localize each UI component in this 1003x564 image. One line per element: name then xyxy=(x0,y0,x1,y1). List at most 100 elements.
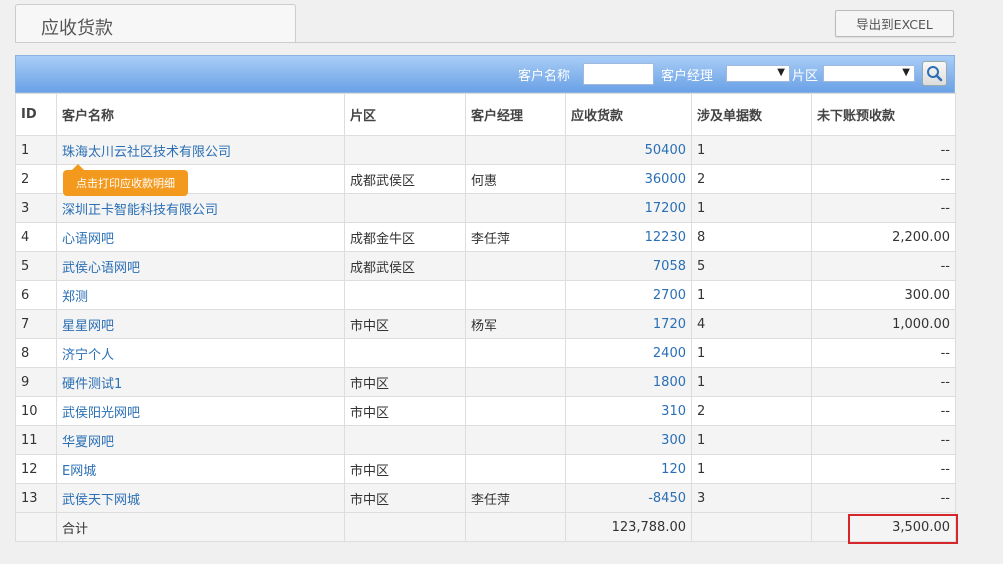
search-button[interactable] xyxy=(922,61,947,86)
receivable-amount-link[interactable]: 12230 xyxy=(645,230,686,245)
prepaid-amount-cell: 1,000.00 xyxy=(811,309,956,339)
customer-name-cell: 武侯天下网城 xyxy=(56,483,345,513)
customer-name-link[interactable]: 硬件测试1 xyxy=(62,377,122,392)
area-cell xyxy=(344,425,466,455)
prepaid-amount-cell: -- xyxy=(811,396,956,426)
receivable-amount-cell: 1800 xyxy=(565,367,692,397)
total-empty-cell xyxy=(691,512,812,542)
customer-manager-cell xyxy=(465,338,566,368)
document-count-cell: 1 xyxy=(691,425,812,455)
table-row: 8 济宁个人 2400 1 -- xyxy=(15,338,956,368)
document-count-cell: 1 xyxy=(691,367,812,397)
receivable-amount-link[interactable]: 17200 xyxy=(645,201,686,216)
receivable-amount-link[interactable]: 300 xyxy=(661,433,686,448)
area-cell: 成都金牛区 xyxy=(344,222,466,252)
customer-name-link[interactable]: 珠海太川云社区技术有限公司 xyxy=(62,145,231,160)
total-label: 合计 xyxy=(56,512,345,542)
print-detail-tooltip: 点击打印应收款明细 xyxy=(63,164,188,196)
receivable-amount-cell: 310 xyxy=(565,396,692,426)
customer-name-link[interactable]: 武侯心语网吧 xyxy=(62,261,140,276)
customer-name-cell: 武侯心语网吧 xyxy=(56,251,345,281)
area-cell: 成都武侯区 xyxy=(344,164,466,194)
receivable-amount-link[interactable]: 1800 xyxy=(653,375,686,390)
area-cell xyxy=(344,193,466,223)
customer-name-link[interactable]: 星星网吧 xyxy=(62,319,114,334)
document-count-cell: 2 xyxy=(691,164,812,194)
row-id-cell: 6 xyxy=(15,280,57,310)
customer-manager-cell xyxy=(465,454,566,484)
receivable-amount-link[interactable]: 1720 xyxy=(653,317,686,332)
table-row: 6 郑测 2700 1 300.00 xyxy=(15,280,956,310)
customer-name-label: 客户名称 xyxy=(518,69,571,84)
filter-toolbar: 客户名称 客户经理 ▼ 片区 ▼ xyxy=(15,55,955,93)
document-count-cell: 1 xyxy=(691,280,812,310)
export-excel-button[interactable]: 导出到EXCEL xyxy=(835,10,954,37)
document-count-cell: 4 xyxy=(691,309,812,339)
area-cell: 市中区 xyxy=(344,454,466,484)
prepaid-amount-cell: -- xyxy=(811,454,956,484)
area-cell: 市中区 xyxy=(344,483,466,513)
customer-manager-cell xyxy=(465,396,566,426)
receivable-amount-link[interactable]: 50400 xyxy=(645,143,686,158)
prepaid-amount-cell: -- xyxy=(811,425,956,455)
document-count-cell: 1 xyxy=(691,454,812,484)
receivable-amount-link[interactable]: 2700 xyxy=(653,288,686,303)
customer-name-link[interactable]: 郑测 xyxy=(62,290,88,305)
prepaid-amount-cell: -- xyxy=(811,251,956,281)
receivable-amount-cell: 2400 xyxy=(565,338,692,368)
receivable-amount-link[interactable]: 120 xyxy=(661,462,686,477)
area-label: 片区 xyxy=(792,69,819,84)
total-receivable: 123,788.00 xyxy=(565,512,692,542)
area-cell: 市中区 xyxy=(344,367,466,397)
column-header: ID xyxy=(15,93,57,136)
receivable-amount-link[interactable]: 36000 xyxy=(645,172,686,187)
table-row: 9 硬件测试1 市中区 1800 1 -- xyxy=(15,367,956,397)
customer-name-link[interactable]: 武侯天下网城 xyxy=(62,493,140,508)
column-header: 应收货款 xyxy=(565,93,692,136)
row-id-cell: 12 xyxy=(15,454,57,484)
prepaid-amount-cell: -- xyxy=(811,193,956,223)
customer-name-link[interactable]: 心语网吧 xyxy=(62,232,114,247)
customer-name-link[interactable]: 武侯阳光网吧 xyxy=(62,406,140,421)
receivable-amount-link[interactable]: 2400 xyxy=(653,346,686,361)
customer-name-link[interactable]: E网城 xyxy=(62,464,96,479)
customer-name-link[interactable]: 济宁个人 xyxy=(62,348,114,363)
document-count-cell: 5 xyxy=(691,251,812,281)
area-cell: 市中区 xyxy=(344,309,466,339)
total-row: 合计 123,788.00 3,500.00 xyxy=(15,512,956,542)
receivables-table: ID 客户名称 片区 客户经理 应收货款 涉及单据数 未下账预收款 1 珠海太川云社区技术有限… xyxy=(15,93,956,542)
column-header: 客户经理 xyxy=(465,93,566,136)
receivable-amount-cell: 36000 xyxy=(565,164,692,194)
prepaid-total-highlight xyxy=(848,514,958,544)
customer-name-link[interactable]: 深圳正卡智能科技有限公司 xyxy=(62,203,218,218)
row-id-cell: 11 xyxy=(15,425,57,455)
area-select[interactable]: ▼ xyxy=(823,65,915,82)
receivable-amount-cell: 12230 xyxy=(565,222,692,252)
table-row: 3 深圳正卡智能科技有限公司 17200 1 -- xyxy=(15,193,956,223)
customer-manager-cell: 杨军 xyxy=(465,309,566,339)
customer-name-link[interactable]: 华夏网吧 xyxy=(62,435,114,450)
customer-manager-cell xyxy=(465,251,566,281)
page-tab[interactable]: 应收货款 xyxy=(15,4,296,42)
table-row: 11 华夏网吧 300 1 -- xyxy=(15,425,956,455)
area-cell: 市中区 xyxy=(344,396,466,426)
customer-name-cell: 华夏网吧 xyxy=(56,425,345,455)
row-id-cell: 10 xyxy=(15,396,57,426)
page-title: 应收货款 xyxy=(41,18,113,39)
customer-manager-cell: 李任萍 xyxy=(465,222,566,252)
area-cell xyxy=(344,135,466,165)
row-id-cell: 1 xyxy=(15,135,57,165)
customer-name-cell: 心语网吧 xyxy=(56,222,345,252)
prepaid-amount-cell: -- xyxy=(811,135,956,165)
receivable-amount-link[interactable]: 310 xyxy=(661,404,686,419)
customer-manager-select[interactable]: ▼ xyxy=(726,65,790,82)
receivable-amount-link[interactable]: 7058 xyxy=(653,259,686,274)
row-id-cell: 5 xyxy=(15,251,57,281)
customer-name-input[interactable] xyxy=(583,63,654,85)
column-header: 未下账预收款 xyxy=(811,93,956,136)
customer-name-cell: 珠海太川云社区技术有限公司 xyxy=(56,135,345,165)
customer-name-cell: 硬件测试1 xyxy=(56,367,345,397)
receivable-amount-link[interactable]: -8450 xyxy=(648,491,686,506)
tab-divider xyxy=(15,42,956,43)
total-empty-cell xyxy=(344,512,466,542)
